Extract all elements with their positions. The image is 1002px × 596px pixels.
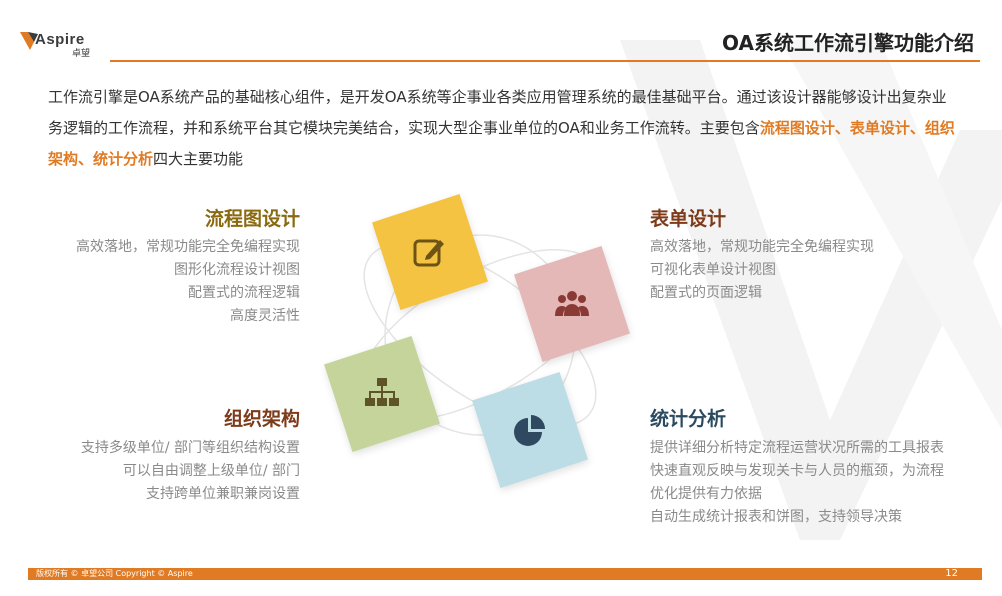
page-number: 12 [945,568,958,579]
section-body-flow-design: 高效落地，常规功能完全免编程实现 图形化流程设计视图 配置式的流程逻辑 高度灵活… [76,236,300,328]
section-title-form-design: 表单设计 [650,208,727,230]
stats-line-4: 自动生成统计报表和饼图，支持领导决策 [650,509,902,525]
stats-line-3: 优化提供有力依据 [650,486,762,502]
form-line-2: 可视化表单设计视图 [650,262,776,278]
section-title-flow-design: 流程图设计 [204,208,300,230]
stats-line-1: 提供详细分析特定流程运营状况所需的工具报表 [650,440,944,456]
section-title-statistics: 统计分析 [650,408,727,430]
pie-chart-icon [510,410,550,450]
logo-cn-text: 卓望 [72,49,91,59]
section-body-form-design: 高效落地，常规功能完全免编程实现 可视化表单设计视图 配置式的页面逻辑 [650,236,874,305]
footer-copyright: 版权所有 © 卓望公司 Copyright © Aspire [36,569,193,578]
page-title: OA系统工作流引擎功能介绍 [722,31,974,55]
org-line-3: 支持跨单位兼职兼岗设置 [146,486,300,502]
section-body-statistics: 提供详细分析特定流程运营状况所需的工具报表 快速直观反映与发现关卡与人员的瓶颈，… [650,437,944,529]
org-chart-icon [362,374,402,414]
flow-line-2: 图形化流程设计视图 [174,262,300,278]
intro-paragraph: 工作流引擎是OA系统产品的基础核心组件，是开发OA系统等企事业各类应用管理系统的… [48,82,958,175]
header-divider [110,60,980,62]
flow-line-4: 高度灵活性 [230,308,300,324]
flow-line-3: 配置式的流程逻辑 [188,285,300,301]
intro-text-b: 四大主要功能 [153,150,244,168]
org-line-1: 支持多级单位/ 部门等组织结构设置 [80,440,300,456]
aspire-logo: Aspire 卓望 [20,28,110,59]
users-icon [552,284,592,324]
stats-line-2: 快速直观反映与发现关卡与人员的瓶颈，为流程 [650,463,944,479]
flow-line-1: 高效落地，常规功能完全免编程实现 [76,239,300,255]
edit-icon [410,232,450,272]
section-title-org-structure: 组织架构 [223,408,300,430]
form-line-3: 配置式的页面逻辑 [650,285,762,301]
section-body-org-structure: 支持多级单位/ 部门等组织结构设置 可以自由调整上级单位/ 部门 支持跨单位兼职… [81,437,300,506]
org-line-2: 可以自由调整上级单位/ 部门 [122,463,300,479]
form-line-1: 高效落地，常规功能完全免编程实现 [650,239,874,255]
